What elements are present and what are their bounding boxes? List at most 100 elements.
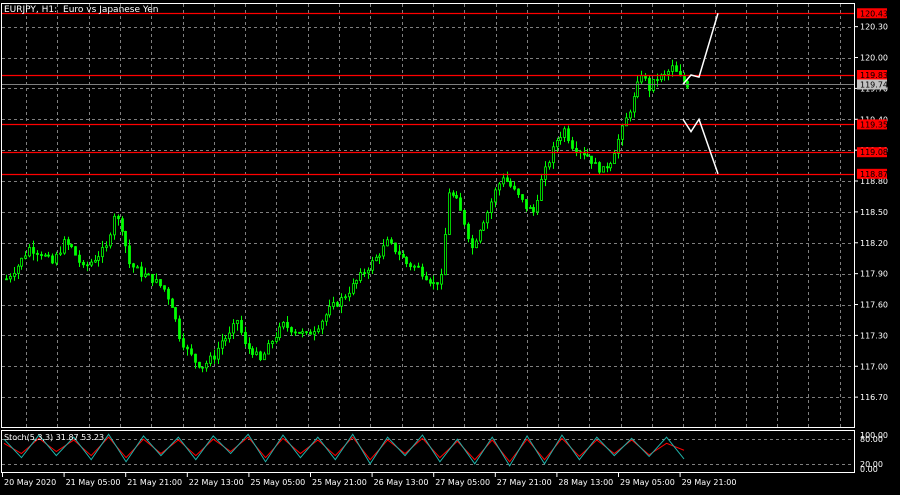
candle-body <box>402 253 405 258</box>
candle-body <box>290 327 293 333</box>
candle-body <box>429 279 432 284</box>
candle-body <box>5 278 8 281</box>
time-tick-label: 28 May 13:00 <box>558 478 613 487</box>
price-tick-label: 120.00 <box>860 54 888 63</box>
candle-body <box>521 194 524 200</box>
candle-body <box>575 147 578 153</box>
candle-body <box>240 320 243 333</box>
stochastic-frame <box>1 430 855 473</box>
candle-body <box>94 259 97 263</box>
candle-body <box>559 137 562 141</box>
candle-body <box>90 261 93 266</box>
candle-body <box>86 264 89 267</box>
candle-body <box>567 128 570 142</box>
candle-body <box>425 275 428 281</box>
chart-grid <box>2 4 854 427</box>
candle-body <box>344 296 347 299</box>
candle-body <box>475 240 478 249</box>
price-tick-label: 117.60 <box>860 301 888 310</box>
candle-body <box>405 256 408 265</box>
candle-body <box>132 263 135 268</box>
bid-price-label: 119.74 <box>860 81 888 90</box>
candle-body <box>9 276 12 280</box>
projection-up <box>682 13 719 85</box>
projection-lines <box>682 13 719 175</box>
candle-body <box>640 75 643 83</box>
candle-body <box>259 351 262 361</box>
candle-body <box>44 254 47 257</box>
chart-header: EURJPY, H1: Euro vs Japanese Yen <box>4 5 158 15</box>
candle-body <box>136 266 139 269</box>
candle-body <box>471 238 474 249</box>
candle-body <box>194 353 197 363</box>
candle-body <box>113 215 116 236</box>
candle-body <box>109 234 112 247</box>
candle-body <box>236 320 239 325</box>
candle-body <box>255 351 258 355</box>
candle-body <box>529 207 532 209</box>
candle-body <box>348 292 351 298</box>
candle-body <box>544 166 547 180</box>
candle-body <box>613 153 616 164</box>
candle-body <box>413 265 416 268</box>
time-tick-label: 25 May 05:00 <box>250 478 305 487</box>
candle-body <box>421 266 424 277</box>
candle-body <box>455 194 458 199</box>
candle-body <box>278 326 281 339</box>
level-price-label: 120.43 <box>860 9 888 18</box>
candle-body <box>232 323 235 334</box>
candle-body <box>325 314 328 322</box>
candle-body <box>671 65 674 72</box>
price-chart[interactable]: EURJPY, H1: Euro vs Japanese Yen 120.30 1… <box>0 0 900 491</box>
stoch-signal-line <box>3 436 685 463</box>
candle-body <box>55 253 58 264</box>
candle-body <box>97 256 100 261</box>
candle-body <box>159 279 162 287</box>
candle-body <box>444 234 447 276</box>
price-axis[interactable]: 120.30120.00119.70119.40119.10118.80118.… <box>854 8 888 402</box>
candle-body <box>248 343 251 350</box>
candle-body <box>271 341 274 345</box>
time-axis[interactable]: 20 May 2020 21 May 05:00 21 May 21:00 22 Ma… <box>2 473 737 487</box>
candle-body <box>151 273 154 283</box>
stochastic-axis: 100.0080.0020.000.00 <box>860 431 888 474</box>
time-tick-label: 21 May 21:00 <box>127 478 182 487</box>
candle-body <box>251 348 254 355</box>
candle-body <box>336 302 339 307</box>
candle-body <box>263 353 266 361</box>
candle-body <box>317 328 320 333</box>
candle-body <box>525 199 528 209</box>
candle-body <box>294 331 297 334</box>
candle-body <box>629 111 632 119</box>
candle-body <box>209 355 212 364</box>
candle-body <box>36 252 39 255</box>
time-tick-label: 22 May 13:00 <box>189 478 244 487</box>
candle-body <box>24 255 27 259</box>
candle-body <box>267 343 270 355</box>
candle-body <box>394 242 397 253</box>
candle-body <box>602 166 605 173</box>
candle-body <box>440 274 443 285</box>
chart-window[interactable]: EURJPY, H1: Euro vs Japanese Yen 120.30 1… <box>0 0 900 491</box>
candle-body <box>436 282 439 285</box>
candle-body <box>609 163 612 169</box>
candle-body <box>417 265 420 268</box>
candle-body <box>78 254 81 263</box>
candle-body <box>398 251 401 255</box>
candle-body <box>363 272 366 274</box>
candle-body <box>386 239 389 247</box>
candle-body <box>482 222 485 231</box>
candle-body <box>105 245 108 248</box>
candle-body <box>70 244 73 248</box>
candle-body <box>163 285 166 290</box>
candle-body <box>486 212 489 224</box>
candle-body <box>140 266 143 277</box>
candle-body <box>20 257 23 267</box>
candle-body <box>244 331 247 345</box>
candle-body <box>656 79 659 81</box>
candle-body <box>186 346 189 350</box>
candle-body <box>321 320 324 330</box>
level-price-label: 119.08 <box>860 148 888 157</box>
level-price-label: 118.87 <box>860 170 888 179</box>
time-tick-label: 29 May 21:00 <box>682 478 737 487</box>
